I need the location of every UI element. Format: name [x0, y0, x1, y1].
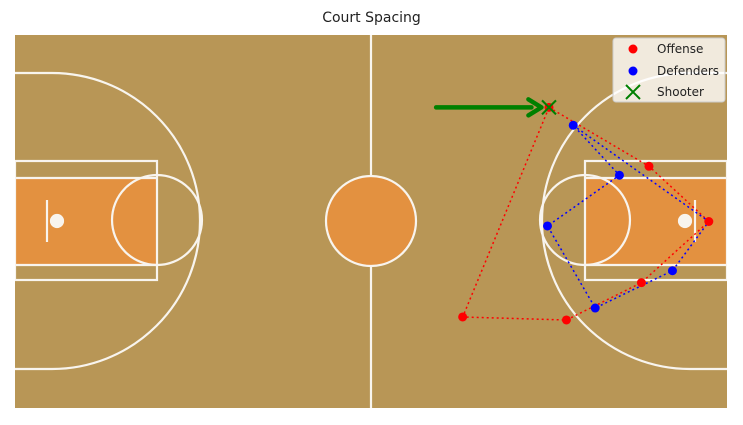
- left-paint: [15, 178, 157, 265]
- legend: Offense Defenders Shooter: [612, 37, 726, 103]
- center-circle: [324, 174, 418, 268]
- chart-title: Court Spacing: [322, 10, 421, 26]
- legend-defenders-label: Defenders: [657, 64, 719, 78]
- offense-point-4: [561, 315, 571, 325]
- chart-root: Court Spacing Offense Defenders Shooter: [0, 0, 743, 425]
- defender-point-3: [667, 266, 677, 276]
- legend-offense-label: Offense: [657, 42, 703, 56]
- defender-point-4: [590, 303, 600, 313]
- legend-shooter-label: Shooter: [657, 85, 704, 99]
- legend-defenders-marker: [628, 66, 638, 76]
- offense-point-2: [704, 217, 714, 226]
- defender-point-1: [614, 170, 624, 180]
- offense-point-5: [458, 312, 468, 322]
- offense-point-3: [636, 278, 646, 288]
- court-spacing-chart: Court Spacing Offense Defenders Shooter: [13, 10, 729, 408]
- right-rim: [677, 213, 693, 229]
- legend-offense-marker: [628, 44, 638, 54]
- defender-point-0: [568, 120, 578, 130]
- defender-point-2: [542, 221, 552, 231]
- left-rim: [49, 213, 65, 229]
- offense-point-1: [644, 161, 654, 171]
